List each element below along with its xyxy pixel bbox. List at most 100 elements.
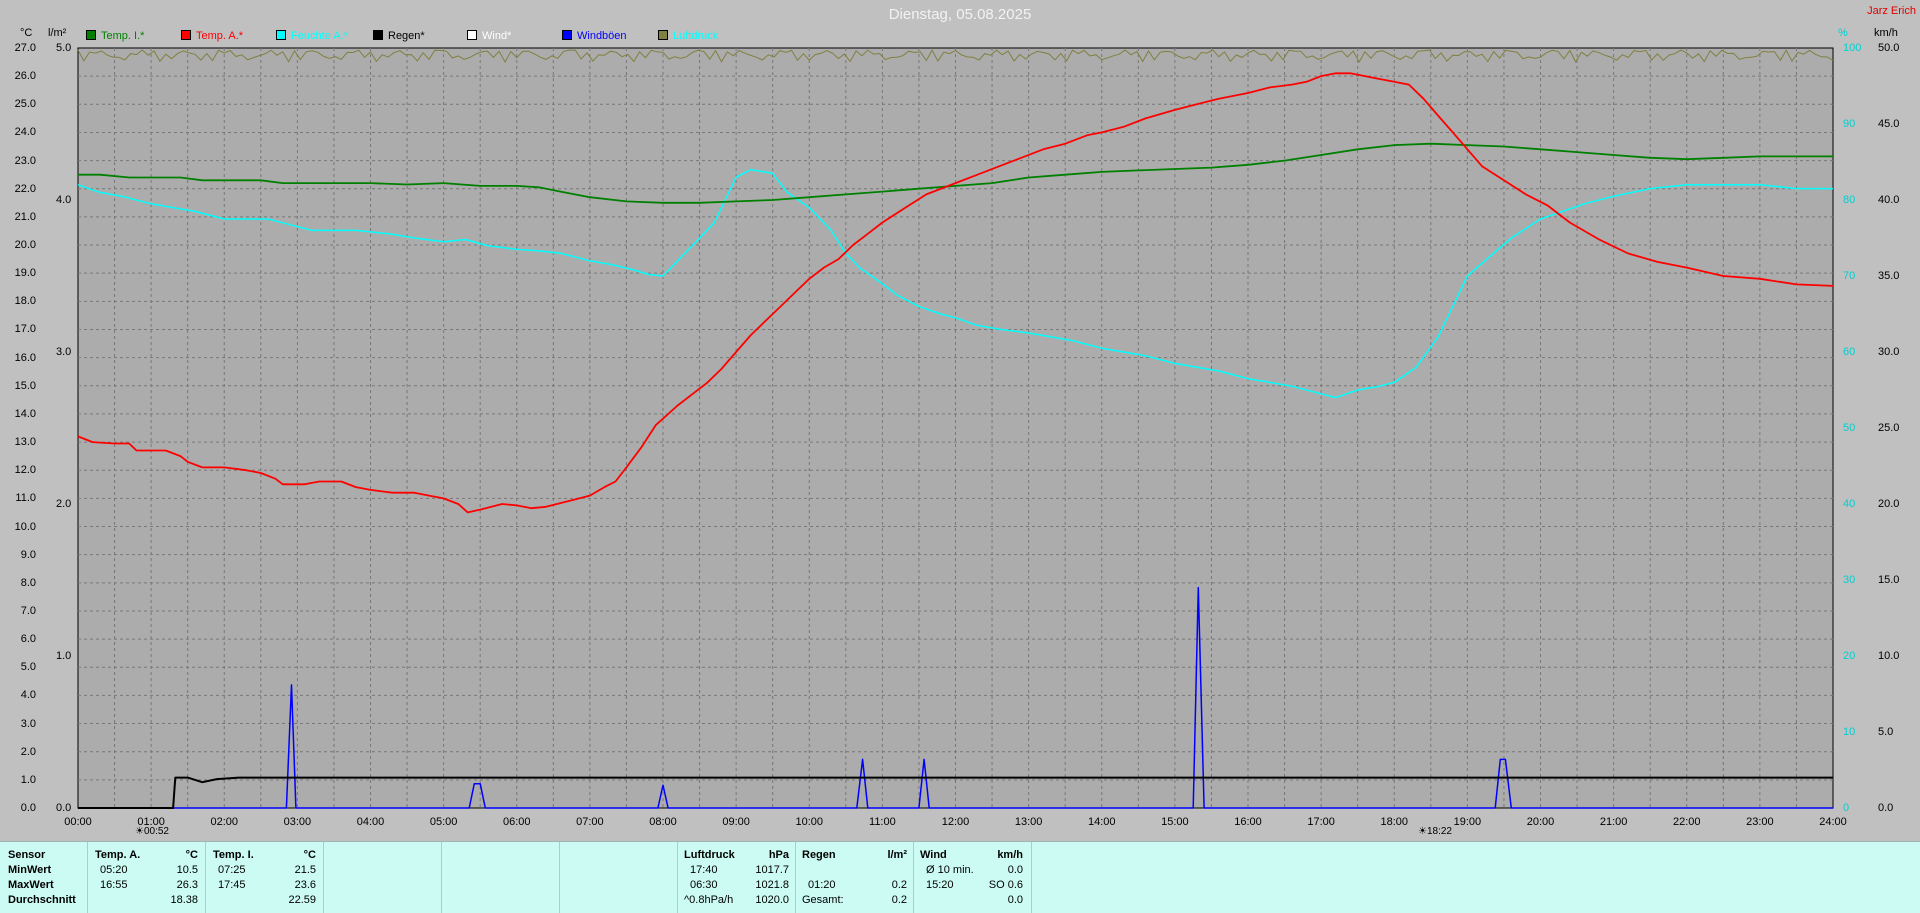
temp-tick-label: 23.0 xyxy=(14,154,36,167)
sensor-header: Sensor xyxy=(8,849,46,861)
wind-avg-label: Ø 10 min. xyxy=(926,864,974,876)
humidity-tick-label: 10 xyxy=(1843,726,1856,738)
wind-tick-label: 50.0 xyxy=(1878,42,1900,54)
x-tick-label: 05:00 xyxy=(429,816,458,828)
x-tick-label: 09:00 xyxy=(722,816,750,828)
temp-tick-label: 14.0 xyxy=(14,407,36,420)
x-tick-label: 07:00 xyxy=(576,816,604,828)
x-tick-label: 12:00 xyxy=(941,816,970,828)
temp-tick-label: 15.0 xyxy=(14,379,36,392)
x-tick-label: 03:00 xyxy=(283,816,312,828)
ti-max: 23.6 xyxy=(294,879,316,891)
druck-trend: ^0.8hPa/h xyxy=(684,894,734,906)
wind-tick-label: 40.0 xyxy=(1878,194,1900,206)
ta-avg: 18.38 xyxy=(170,894,198,906)
temp-tick-label: 20.0 xyxy=(14,239,36,252)
temp-tick-label: 8.0 xyxy=(20,576,36,589)
rain-tick-label: 5.0 xyxy=(56,42,72,54)
wind-tick-label: 20.0 xyxy=(1878,498,1900,510)
legend-item-wind[interactable]: Wind* xyxy=(467,30,511,42)
druck-max-time: 06:30 xyxy=(690,879,718,891)
x-tick-label: 02:00 xyxy=(210,816,239,828)
ta-max-time: 16:55 xyxy=(100,879,128,891)
ta-unit: °C xyxy=(185,849,198,861)
temp-tick-label: 10.0 xyxy=(14,520,36,533)
humidity-tick-label: 40 xyxy=(1843,498,1856,510)
temp-tick-label: 17.0 xyxy=(14,323,36,336)
x-tick-label: 13:00 xyxy=(1014,816,1043,828)
x-tick-label: 16:00 xyxy=(1234,816,1262,828)
regen-time: 01:20 xyxy=(808,879,836,891)
temp-tick-label: 12.0 xyxy=(14,464,36,477)
chart-title: Dienstag, 05.08.2025 xyxy=(888,6,1032,23)
ta-min: 10.5 xyxy=(176,864,198,876)
druck-unit: hPa xyxy=(768,849,789,861)
wind-header: Wind xyxy=(920,849,947,861)
humidity-tick-label: 70 xyxy=(1843,270,1856,282)
ti-min-time: 07:25 xyxy=(218,864,246,876)
ti-unit: °C xyxy=(303,849,316,861)
humidity-tick-label: 50 xyxy=(1843,422,1856,434)
wind-tick-label: 45.0 xyxy=(1878,118,1900,130)
humidity-tick-label: 20 xyxy=(1843,650,1856,662)
druck-header: Luftdruck xyxy=(684,849,735,861)
wind-tick-label: 0.0 xyxy=(1878,802,1894,814)
temp-tick-label: 13.0 xyxy=(14,436,36,449)
temp-tick-label: 16.0 xyxy=(14,351,36,364)
legend-item-temp-i[interactable]: Temp. I.* xyxy=(86,30,144,42)
ta-max: 26.3 xyxy=(176,879,198,891)
sunset-marker: ☀18:22 xyxy=(1418,826,1452,837)
x-tick-label: 22:00 xyxy=(1672,816,1701,828)
legend-item-luftdruck[interactable]: Luftdruck xyxy=(658,30,718,42)
rain-tick-label: 3.0 xyxy=(56,346,72,358)
temp-tick-label: 22.0 xyxy=(14,182,36,195)
x-tick-label: 19:00 xyxy=(1453,816,1482,828)
statistics-table: Sensor MinWert MaxWert Durchschnitt Temp… xyxy=(0,841,1920,913)
legend-item-feuchte[interactable]: Feuchte A.* xyxy=(276,30,348,42)
temp-tick-label: 5.0 xyxy=(20,661,36,674)
x-tick-label: 08:00 xyxy=(649,816,677,828)
regen-header: Regen xyxy=(802,849,836,861)
wind-avg: 0.0 xyxy=(1007,864,1023,876)
legend-swatch-icon xyxy=(276,30,286,40)
temp-tick-label: 27.0 xyxy=(14,42,36,54)
legend-item-regen[interactable]: Regen* xyxy=(373,30,425,42)
wind-unit: km/h xyxy=(1874,27,1898,39)
wind-tick-label: 35.0 xyxy=(1878,270,1900,282)
x-tick-label: 11:00 xyxy=(869,816,896,828)
x-tick-label: 14:00 xyxy=(1087,816,1116,828)
druck-min: 1017.7 xyxy=(755,864,789,876)
rain-tick-label: 2.0 xyxy=(56,498,72,510)
x-tick-label: 20:00 xyxy=(1526,816,1555,828)
legend-item-temp-a[interactable]: Temp. A.* xyxy=(181,30,243,42)
regen-value: 0.2 xyxy=(891,879,907,891)
temp-tick-label: 25.0 xyxy=(14,98,36,111)
rain-tick-label: 4.0 xyxy=(56,194,72,206)
x-tick-label: 10:00 xyxy=(795,816,824,828)
ta-header: Temp. A. xyxy=(95,849,141,861)
wind-tick-label: 25.0 xyxy=(1878,422,1900,434)
x-tick-label: 18:00 xyxy=(1380,816,1409,828)
legend-swatch-icon xyxy=(562,30,572,40)
ti-max-time: 17:45 xyxy=(218,879,246,891)
wind-tick-label: 5.0 xyxy=(1878,726,1894,738)
humidity-tick-label: 0 xyxy=(1843,802,1850,814)
ta-min-time: 05:20 xyxy=(100,864,128,876)
regen-gesamt: 0.2 xyxy=(891,894,907,906)
row-min-label: MinWert xyxy=(8,864,52,876)
x-tick-label: 15:00 xyxy=(1161,816,1189,828)
x-tick-label: 06:00 xyxy=(502,816,531,828)
x-tick-label: 17:00 xyxy=(1307,816,1335,828)
humidity-tick-label: 100 xyxy=(1843,42,1862,54)
temp-tick-label: 6.0 xyxy=(20,633,36,646)
x-tick-label: 00:00 xyxy=(64,816,92,828)
druck-avg: 1020.0 xyxy=(755,894,789,906)
legend-swatch-icon xyxy=(373,30,383,40)
row-avg-label: Durchschnitt xyxy=(8,894,76,906)
sunset-icon: ☀ xyxy=(1418,826,1427,837)
legend-item-windboeen[interactable]: Windböen xyxy=(562,30,627,42)
legend-swatch-icon xyxy=(181,30,191,40)
x-tick-label: 21:00 xyxy=(1599,816,1628,828)
rain-tick-label: 0.0 xyxy=(56,802,72,814)
temp-unit: °C xyxy=(20,27,33,39)
